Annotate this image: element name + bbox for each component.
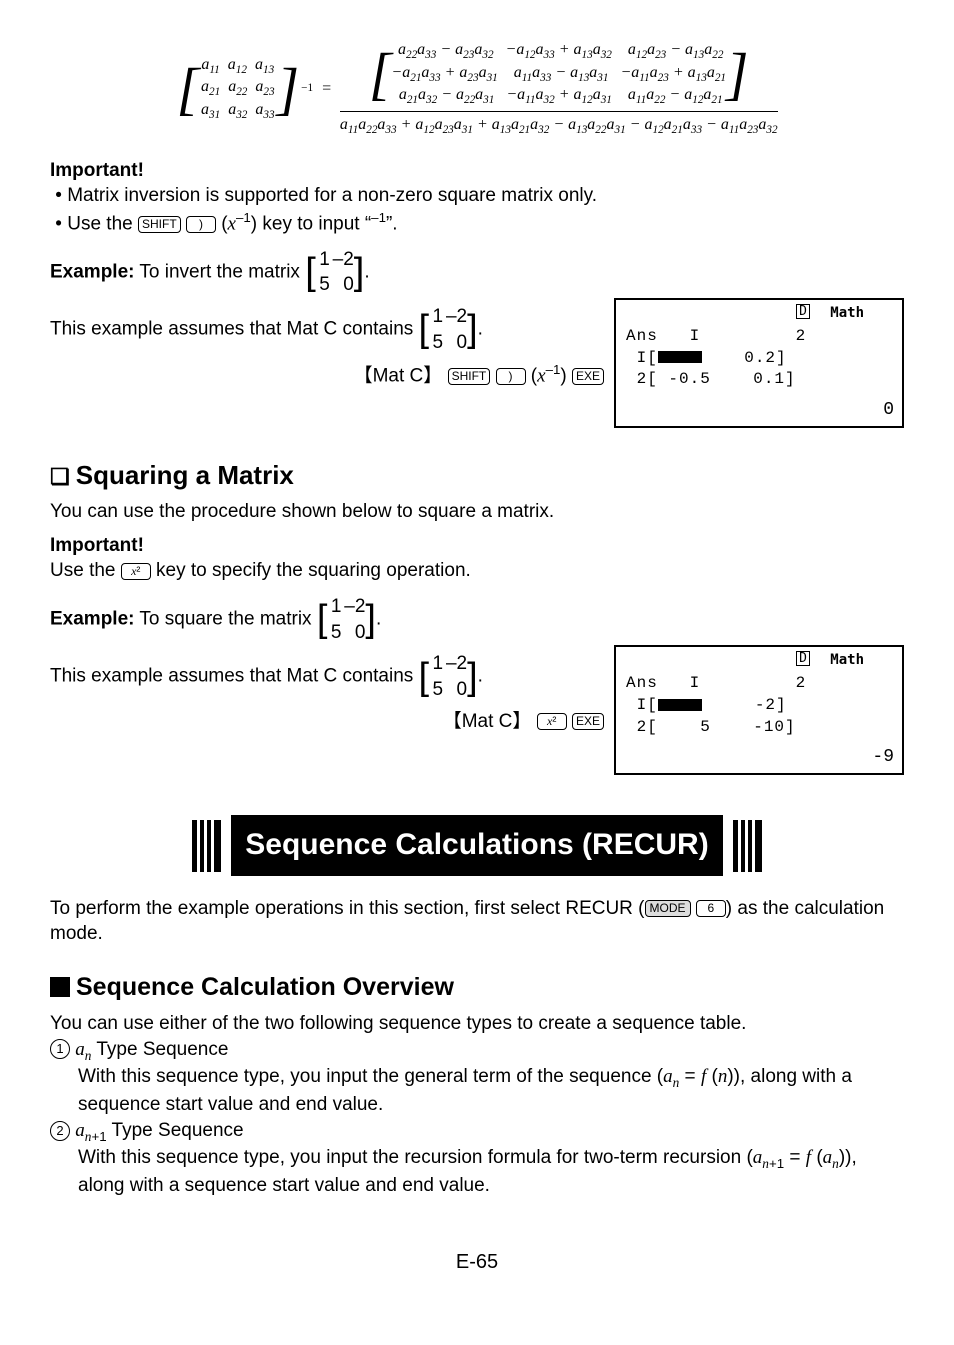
lcd-content: Ans I 2 I[ 0.2] 2[ -0.5 0.1]	[626, 326, 806, 391]
important-heading: Important!	[50, 158, 904, 184]
example-1: Example: To invert the matrix [ 1–2 50 ]…	[50, 247, 904, 298]
squaring-important-text: Use the x² key to specify the squaring o…	[50, 558, 904, 584]
seq-type-1-body: With this sequence type, you input the g…	[78, 1064, 904, 1117]
x2-key: x²	[537, 713, 567, 730]
banner-title: Sequence Calculations (RECUR)	[231, 815, 722, 876]
circle-2-icon: 2	[50, 1121, 70, 1141]
squaring-heading: ❏Squaring a Matrix	[50, 458, 904, 493]
page-number: E-65	[50, 1249, 904, 1276]
barcode-icon-right	[733, 820, 762, 872]
lhs-row: a31 a32 a33	[201, 100, 275, 123]
exe-key: EXE	[572, 368, 604, 385]
seq-type-2: 2 an+1 Type Sequence	[50, 1118, 904, 1146]
exe-key: EXE	[572, 713, 604, 730]
shift-key: SHIFT	[138, 216, 181, 233]
num-row: a21a32 − a22a31 −a11a32 + a12a31 a11a22 …	[391, 85, 726, 108]
inverse-formula: [ a11 a12 a13 a21 a22 a23 a31 a32 a33 ]−…	[50, 40, 904, 138]
lhs-row: a21 a22 a23	[201, 77, 275, 100]
paren-key: )	[186, 216, 216, 233]
num-row: −a21a33 + a23a31 a11a33 − a13a31 −a11a23…	[391, 63, 726, 86]
recur-intro: To perform the example operations in thi…	[50, 896, 904, 947]
key-sequence-1: 【Mat C】 SHIFT ) (x–1) EXE	[50, 361, 604, 389]
key-sequence-2: 【Mat C】 x² EXE	[50, 709, 604, 735]
lcd-result: 0	[883, 398, 894, 422]
example-2: Example: To square the matrix [ 1–2 50 ]…	[50, 594, 904, 645]
lcd-result: -9	[872, 745, 894, 769]
seq-type-2-body: With this sequence type, you input the r…	[78, 1145, 904, 1198]
overview-heading: Sequence Calculation Overview	[50, 971, 904, 1005]
lcd-display-2: D Math Ans I 2 I[ -2] 2[ 5 -10] -9	[614, 645, 904, 775]
shift-key: SHIFT	[448, 368, 491, 385]
lcd-d-indicator: D	[796, 304, 810, 319]
important-bullet-2: • Use the SHIFT ) (x–1) key to input “–1…	[50, 209, 904, 237]
lcd-d-indicator: D	[796, 651, 810, 666]
square-bullet-icon	[50, 977, 70, 997]
lcd-math-indicator: Math	[830, 304, 864, 323]
barcode-icon-left	[192, 820, 221, 872]
circle-1-icon: 1	[50, 1039, 70, 1059]
section-banner: Sequence Calculations (RECUR)	[50, 815, 904, 876]
squaring-intro: You can use the procedure shown below to…	[50, 499, 904, 525]
num-row: a22a33 − a23a32 −a12a33 + a13a32 a12a23 …	[391, 40, 726, 63]
mode-key: MODE	[645, 900, 691, 917]
seq-type-1: 1 an Type Sequence	[50, 1037, 904, 1065]
lcd-content: Ans I 2 I[ -2] 2[ 5 -10]	[626, 673, 806, 738]
lhs-exp: −1	[301, 82, 313, 95]
paren-key: )	[496, 368, 526, 385]
important-bullet-1: • Matrix inversion is supported for a no…	[50, 183, 904, 209]
key-6: 6	[696, 900, 726, 917]
lhs-row: a11 a12 a13	[201, 55, 275, 78]
overview-intro: You can use either of the two following …	[50, 1011, 904, 1037]
lcd-math-indicator: Math	[830, 651, 864, 670]
x2-key: x²	[121, 563, 151, 580]
denominator: a11a22a33 + a12a23a31 + a13a21a32 − a13a…	[340, 115, 778, 138]
lcd-display-1: D Math Ans I 2 I[ 0.2] 2[ -0.5 0.1] 0	[614, 298, 904, 428]
squaring-important-heading: Important!	[50, 533, 904, 559]
